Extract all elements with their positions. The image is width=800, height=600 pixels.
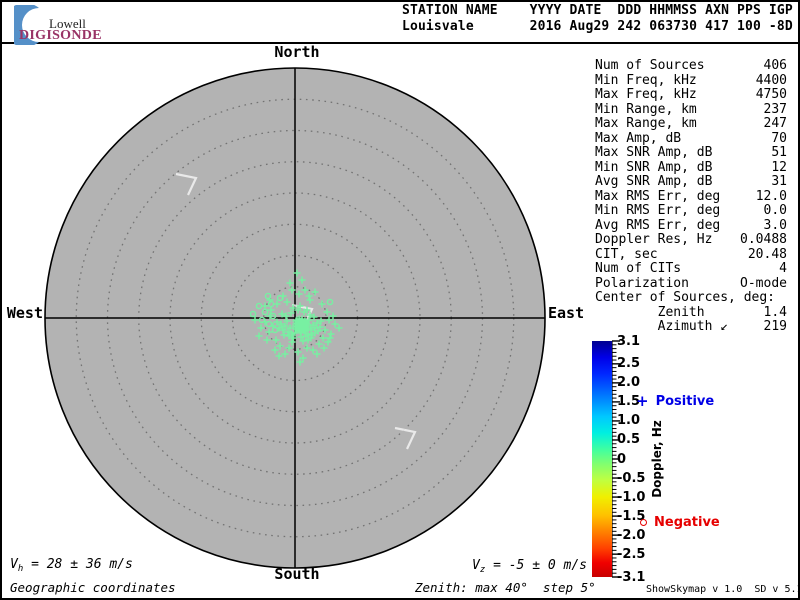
- stat-label: Min SNR Amp, dB: [595, 159, 713, 175]
- legend-positive-label: Positive: [655, 394, 715, 409]
- colorbar-tick-label: -2.0: [617, 527, 646, 543]
- stat-row: Max RMS Err, deg 12.0: [595, 188, 787, 205]
- compass-label-south: South: [274, 565, 320, 583]
- vertical-velocity-text: Vz = -5 ± 0 m/s: [472, 558, 587, 575]
- colorbar-tick-label: -3.1: [617, 569, 646, 585]
- stat-row: Max Freq, kHz 4750: [595, 87, 787, 103]
- zenith-range-note: Zenith: max 40° step 5°: [415, 580, 596, 595]
- coordinates-label: Geographic coordinates: [10, 580, 176, 595]
- stat-row: Min Range, km 237: [595, 101, 787, 118]
- stat-label: Num of Sources: [595, 58, 705, 73]
- stat-label: Polarization: [595, 275, 689, 291]
- stat-row: Polarization O-mode: [595, 275, 787, 292]
- station-header: STATION NAME YYYY DATE DDD HHMMSS AXN PP…: [402, 3, 793, 34]
- stat-value: 4: [779, 261, 787, 276]
- stat-row: Min RMS Err, deg 0.0: [595, 203, 787, 219]
- colorbar-tick-label: -0.5: [617, 470, 646, 486]
- stats-panel: Num of Sources 406 Min Freq, kHz 4400 Max Fr…: [595, 58, 787, 335]
- stat-label: Zenith: [595, 304, 705, 320]
- stat-label: Num of CITs: [595, 261, 682, 276]
- stat-label: Max RMS Err, deg: [595, 188, 721, 204]
- colorbar-tick-label: 0.5: [617, 432, 641, 448]
- colorbar-tick-label: -1.0: [617, 489, 646, 505]
- stat-value: 0.0488: [740, 232, 787, 247]
- compass-label-east: East: [548, 304, 585, 322]
- negative-marker-icon: [640, 519, 647, 526]
- stat-value: 247: [763, 116, 787, 131]
- legend-negative: Negative: [640, 515, 720, 530]
- stat-value: 70: [771, 130, 787, 146]
- stat-value: 20.48: [747, 246, 787, 262]
- doppler-colorbar: [592, 341, 612, 577]
- legend-positive: + Positive: [636, 392, 715, 410]
- colorbar-tick-label: -2.5: [617, 546, 646, 562]
- stat-row: Max Amp, dB 70: [595, 130, 787, 147]
- stat-label: CIT, sec: [595, 246, 658, 262]
- stat-value: 237: [763, 101, 787, 117]
- stat-row: Avg SNR Amp, dB 31: [595, 174, 787, 190]
- logo-digisonde-text: DIGISONDE: [19, 28, 102, 43]
- stat-row: Num of Sources 406: [595, 58, 787, 74]
- stat-row: Min Freq, kHz 4400: [595, 72, 787, 89]
- stat-value: 31: [771, 174, 787, 189]
- stat-row: Center of Sources, deg:: [595, 290, 787, 306]
- stat-value: O-mode: [740, 275, 787, 291]
- colorbar-tick-label: 2.5: [617, 356, 641, 372]
- header-separator-line: [0, 42, 800, 44]
- positive-marker-icon: +: [636, 392, 649, 410]
- stat-row: Min SNR Amp, dB 12: [595, 159, 787, 176]
- stat-label: Avg RMS Err, deg: [595, 217, 721, 233]
- colorbar-tick-label: 2.0: [617, 375, 641, 391]
- stat-label: Max SNR Amp, dB: [595, 145, 713, 160]
- station-header-row1: STATION NAME YYYY DATE DDD HHMMSS AXN PP…: [402, 3, 793, 18]
- stat-value: 4400: [755, 72, 787, 88]
- stat-value: 51: [771, 145, 787, 160]
- stat-value: 12: [771, 159, 787, 175]
- software-version-label: ShowSkymap v 1.0 SD v 5.1: [646, 584, 800, 595]
- stat-value: 3.0: [763, 217, 787, 233]
- legend-negative-label: Negative: [654, 515, 720, 530]
- colorbar-tick-label: 0: [617, 451, 627, 467]
- stat-label: Azimuth ↙: [595, 319, 729, 334]
- stat-label: Max Range, km: [595, 116, 697, 131]
- stat-label: Center of Sources, deg:: [595, 290, 776, 305]
- stat-label: Max Amp, dB: [595, 130, 682, 146]
- stat-value: 406: [763, 58, 787, 73]
- compass-label-west: West: [6, 304, 43, 322]
- stat-row: Num of CITs 4: [595, 261, 787, 277]
- stat-row: Max Range, km 247: [595, 116, 787, 132]
- stat-row: Zenith 1.4: [595, 304, 787, 321]
- stat-label: Min Freq, kHz: [595, 72, 697, 88]
- stat-value: 1.4: [763, 304, 787, 320]
- stat-value: 0.0: [763, 203, 787, 218]
- stat-value: 4750: [755, 87, 787, 102]
- stat-value: 12.0: [755, 188, 787, 204]
- stat-row: Azimuth ↙ 219: [595, 319, 787, 335]
- stat-row: Doppler Res, Hz 0.0488: [595, 232, 787, 248]
- stat-value: 219: [763, 319, 787, 334]
- compass-label-north: North: [274, 43, 320, 61]
- stat-label: Avg SNR Amp, dB: [595, 174, 713, 189]
- station-header-row2: Louisvale 2016 Aug29 242 063730 417 100 …: [402, 18, 793, 34]
- colorbar-title: Doppler, Hz: [650, 420, 664, 498]
- stat-label: Min Range, km: [595, 101, 697, 117]
- colorbar-tick-label: 3.1: [617, 333, 641, 349]
- stat-row: Avg RMS Err, deg 3.0: [595, 217, 787, 234]
- stat-label: Doppler Res, Hz: [595, 232, 713, 247]
- stat-row: CIT, sec 20.48: [595, 246, 787, 263]
- stat-label: Min RMS Err, deg: [595, 203, 721, 218]
- horizontal-velocity-text: Vh = 28 ± 36 m/s: [10, 557, 133, 574]
- colorbar-tick-label: 1.0: [617, 413, 641, 429]
- stat-row: Max SNR Amp, dB 51: [595, 145, 787, 161]
- stat-label: Max Freq, kHz: [595, 87, 697, 102]
- skymap-window: Lowell DIGISONDE STATION NAME YYYY DATE …: [0, 0, 800, 600]
